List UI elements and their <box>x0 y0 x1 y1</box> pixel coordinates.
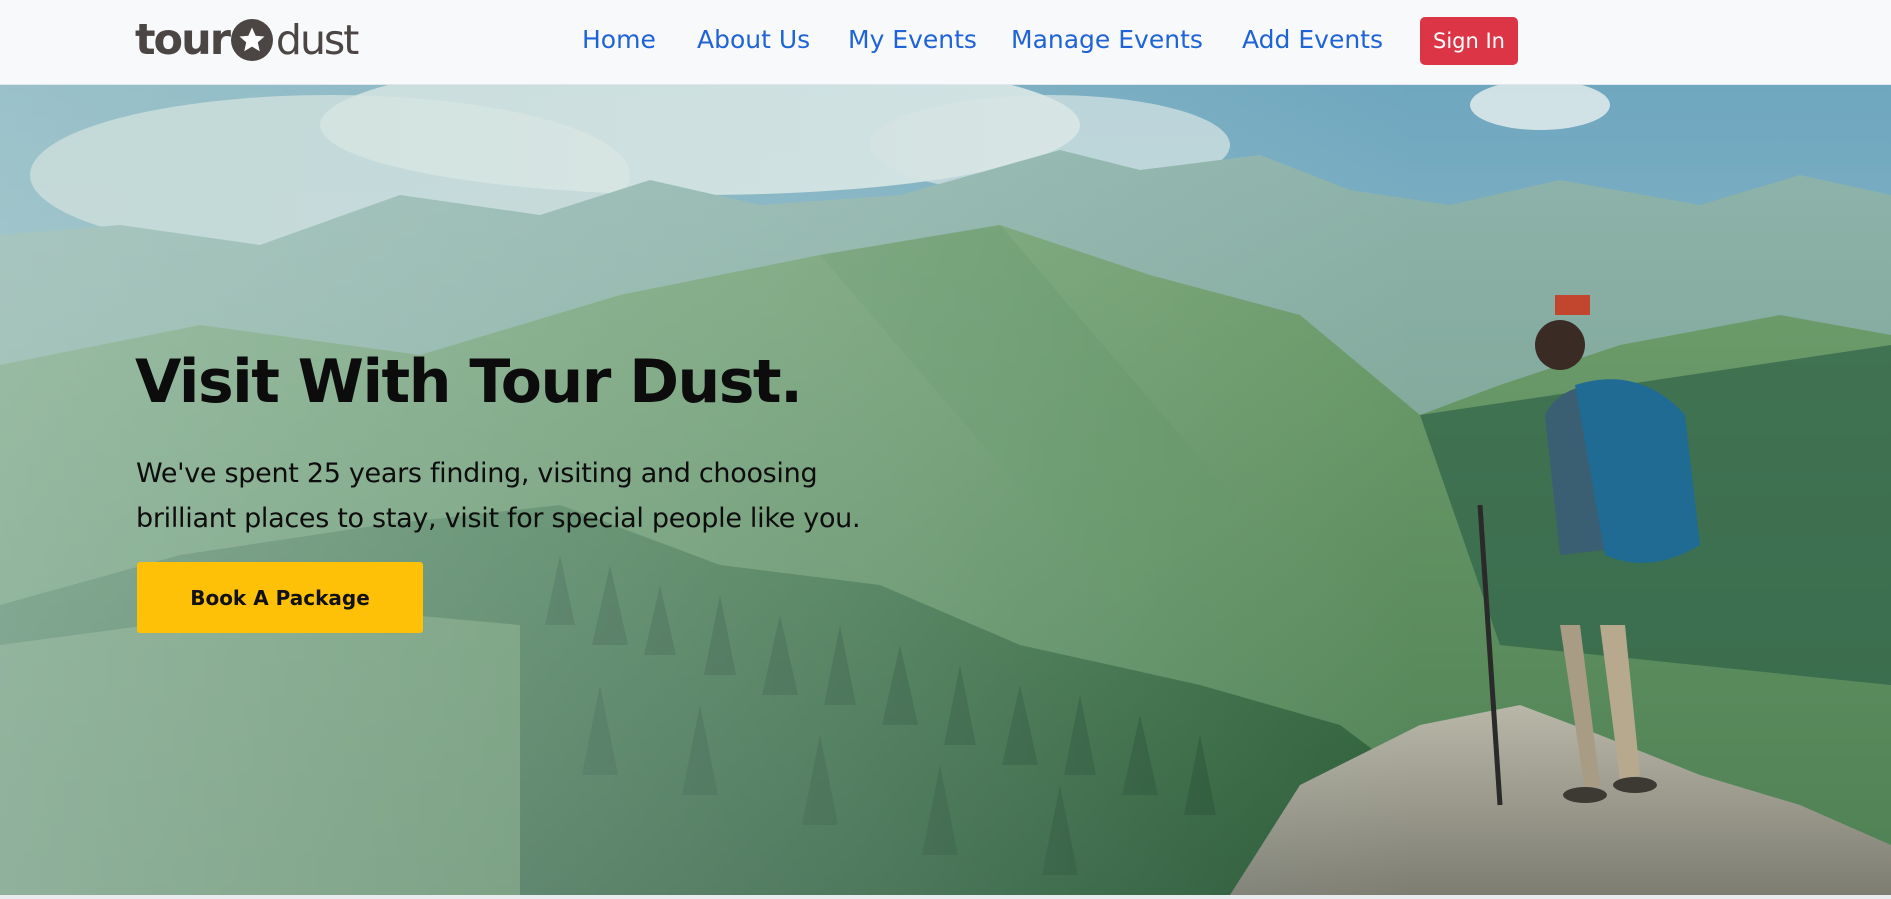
book-package-button[interactable]: Book A Package <box>137 562 423 633</box>
hero-title: Visit With Tour Dust. <box>135 347 803 417</box>
navbar: tour dust Home About Us My Events Manage… <box>0 0 1891 85</box>
logo-word-dust: dust <box>275 15 359 64</box>
brand-logo[interactable]: tour dust <box>135 12 359 68</box>
hero-section: Visit With Tour Dust. We've spent 25 yea… <box>0 85 1891 895</box>
hero-description: We've spent 25 years finding, visiting a… <box>136 451 956 541</box>
page-bottom-edge <box>0 895 1891 899</box>
nav-link-add-events[interactable]: Add Events <box>1242 22 1383 58</box>
hero-description-line-1: We've spent 25 years finding, visiting a… <box>136 458 818 489</box>
sign-in-button[interactable]: Sign In <box>1420 17 1518 65</box>
hero-description-line-2: brilliant places to stay, visit for spec… <box>136 503 861 534</box>
logo-word-tour: tour <box>135 14 231 65</box>
nav-link-manage-events[interactable]: Manage Events <box>1011 22 1203 58</box>
star-icon <box>230 19 273 61</box>
nav-link-my-events[interactable]: My Events <box>848 22 977 58</box>
nav-link-home[interactable]: Home <box>582 22 656 58</box>
nav-link-about-us[interactable]: About Us <box>697 22 810 58</box>
